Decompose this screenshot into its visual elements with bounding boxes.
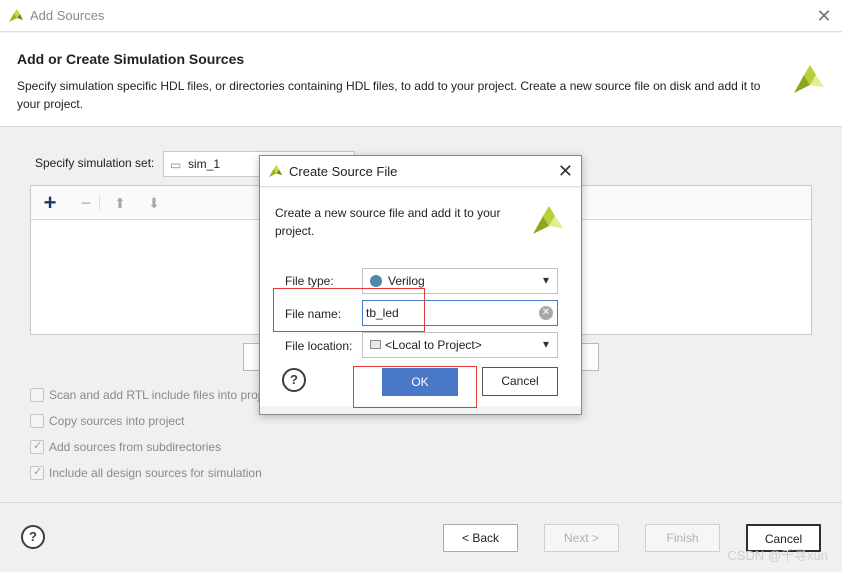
- vivado-logo-icon: [794, 65, 824, 93]
- toolbar-divider: [99, 195, 100, 211]
- file-type-label: File type:: [285, 274, 334, 288]
- finish-button[interactable]: Finish: [645, 524, 720, 552]
- folder-icon: ▭: [170, 158, 182, 172]
- page-header: Add or Create Simulation Sources Specify…: [0, 33, 842, 127]
- option-label: Add sources from subdirectories: [49, 440, 222, 454]
- checkbox[interactable]: [30, 465, 44, 480]
- help-icon[interactable]: ?: [282, 368, 306, 392]
- folder-icon: [370, 340, 381, 349]
- vivado-logo-icon: [9, 9, 23, 22]
- chevron-down-icon: ▾: [542, 273, 549, 287]
- option-label: Include all design sources for simulatio…: [49, 466, 262, 480]
- ok-button[interactable]: OK: [382, 368, 458, 396]
- option-label: Scan and add RTL include files into proj…: [49, 388, 277, 402]
- back-button[interactable]: < Back: [443, 524, 518, 552]
- next-button[interactable]: Next >: [544, 524, 619, 552]
- file-location-dropdown[interactable]: <Local to Project> ▾: [362, 332, 558, 358]
- file-name-label: File name:: [285, 307, 342, 321]
- window-close-icon[interactable]: ✕: [814, 6, 834, 26]
- simulation-set-value: sim_1: [188, 157, 221, 171]
- window-titlebar: Add Sources ✕: [0, 0, 842, 32]
- vivado-logo-icon: [268, 164, 283, 178]
- checkbox[interactable]: [30, 414, 44, 428]
- file-name-value: tb_led: [366, 306, 399, 320]
- clear-icon[interactable]: ✕: [539, 306, 553, 320]
- file-location-label: File location:: [285, 339, 353, 353]
- chevron-down-icon: ▾: [542, 337, 549, 351]
- create-file-button[interactable]: [581, 343, 599, 371]
- create-source-file-dialog: Create Source File ✕ Create a new source…: [259, 155, 582, 415]
- help-icon[interactable]: ?: [21, 525, 45, 549]
- simulation-set-label: Specify simulation set:: [35, 156, 155, 170]
- dialog-cancel-button[interactable]: Cancel: [482, 367, 558, 396]
- checkbox[interactable]: [30, 439, 44, 454]
- arrow-down-icon[interactable]: ⬇: [143, 192, 165, 214]
- option-label: Copy sources into project: [49, 414, 185, 428]
- window-title: Add Sources: [30, 8, 105, 23]
- checkbox[interactable]: [30, 388, 44, 402]
- page-description: Specify simulation specific HDL files, o…: [17, 79, 761, 111]
- dialog-description: Create a new source file and add it to y…: [275, 206, 501, 238]
- wizard-footer: ? < Back Next > Finish Cancel CSDN @千寻xu…: [0, 502, 842, 572]
- file-type-dropdown[interactable]: Verilog ▾: [362, 268, 558, 294]
- dialog-titlebar: Create Source File ✕: [260, 156, 581, 187]
- arrow-up-icon[interactable]: ⬆: [109, 192, 131, 214]
- file-name-input[interactable]: tb_led ✕: [362, 300, 558, 326]
- verilog-icon: [370, 275, 382, 287]
- vivado-logo-icon: [533, 206, 563, 234]
- watermark: CSDN @千寻xun: [727, 548, 828, 563]
- page-title: Add or Create Simulation Sources: [17, 51, 245, 67]
- plus-icon[interactable]: +: [39, 192, 61, 214]
- dialog-close-icon[interactable]: ✕: [558, 161, 573, 181]
- file-type-value: Verilog: [388, 274, 425, 288]
- minus-icon[interactable]: −: [75, 192, 97, 214]
- file-location-value: <Local to Project>: [385, 338, 482, 352]
- dialog-title: Create Source File: [289, 164, 398, 179]
